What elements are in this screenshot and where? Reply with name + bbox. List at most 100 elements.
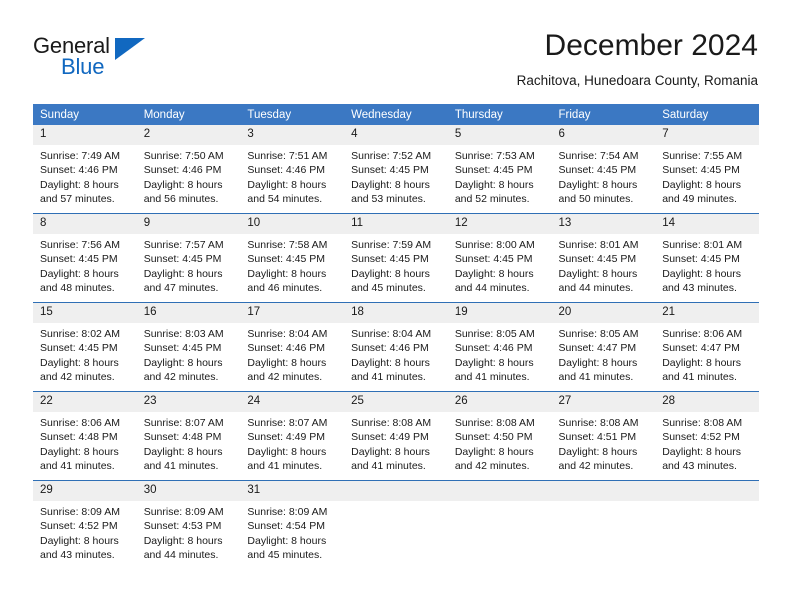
day-number: 28 xyxy=(655,392,759,412)
sunset-time: Sunset: 4:48 PM xyxy=(143,431,222,444)
calendar-day-cell[interactable]: 23 Sunrise: 8:07 AM Sunset: 4:48 PM Dayligh… xyxy=(136,391,241,481)
calendar-empty-cell xyxy=(551,480,656,569)
day-details: Sunrise: 8:04 AM Sunset: 4:46 PM Daylight:… xyxy=(344,323,448,385)
calendar-day-cell[interactable]: 13 Sunrise: 8:01 AM Sunset: 4:45 PM Dayligh… xyxy=(551,213,656,303)
day-number: 18 xyxy=(344,303,448,323)
daylight-duration-line2: and 56 minutes. xyxy=(143,193,219,206)
weekday-header-monday: Monday xyxy=(136,104,241,125)
day-number: 29 xyxy=(33,481,137,501)
calendar-day-cell[interactable]: 29 Sunrise: 8:09 AM Sunset: 4:52 PM Dayligh… xyxy=(33,480,137,569)
sunrise-time: Sunrise: 8:08 AM xyxy=(662,417,743,429)
daylight-duration-line1: Daylight: 8 hours xyxy=(558,267,638,280)
day-details: Sunrise: 7:49 AM Sunset: 4:46 PM Daylight:… xyxy=(33,145,137,207)
calendar-day-cell[interactable]: 2 Sunrise: 7:50 AM Sunset: 4:46 PM Daylight… xyxy=(136,125,241,214)
calendar-day-cell[interactable]: 9 Sunrise: 7:57 AM Sunset: 4:45 PM Daylight… xyxy=(136,213,241,303)
sunrise-time: Sunrise: 8:08 AM xyxy=(351,417,432,429)
daylight-duration-line1: Daylight: 8 hours xyxy=(558,445,638,458)
daylight-duration-line2: and 41 minutes. xyxy=(558,371,634,384)
calendar-day-cell[interactable]: 12 Sunrise: 8:00 AM Sunset: 4:45 PM Dayligh… xyxy=(447,213,552,303)
daylight-duration-line1: Daylight: 8 hours xyxy=(143,178,223,191)
day-number: 5 xyxy=(447,125,552,145)
sunset-time: Sunset: 4:47 PM xyxy=(558,342,637,355)
calendar-day-cell[interactable]: 26 Sunrise: 8:08 AM Sunset: 4:50 PM Dayligh… xyxy=(447,391,552,481)
calendar-day-cell[interactable]: 27 Sunrise: 8:08 AM Sunset: 4:51 PM Dayligh… xyxy=(551,391,656,481)
daylight-duration-line2: and 41 minutes. xyxy=(143,460,219,473)
calendar-day-cell[interactable]: 21 Sunrise: 8:06 AM Sunset: 4:47 PM Dayligh… xyxy=(655,302,759,392)
day-details: Sunrise: 7:59 AM Sunset: 4:45 PM Daylight:… xyxy=(344,234,448,296)
sunset-time: Sunset: 4:53 PM xyxy=(143,520,222,533)
day-number: 26 xyxy=(447,392,552,412)
sunset-time: Sunset: 4:45 PM xyxy=(558,253,637,266)
day-details: Sunrise: 8:02 AM Sunset: 4:45 PM Daylight:… xyxy=(33,323,137,385)
day-number: 17 xyxy=(240,303,345,323)
calendar-day-cell[interactable]: 20 Sunrise: 8:05 AM Sunset: 4:47 PM Dayligh… xyxy=(551,302,656,392)
calendar-week-row: 1 Sunrise: 7:49 AM Sunset: 4:46 PM Daylight… xyxy=(33,125,759,214)
sunrise-time: Sunrise: 8:01 AM xyxy=(558,239,639,251)
brand-triangle-icon xyxy=(115,38,145,60)
daylight-duration-line2: and 57 minutes. xyxy=(40,193,115,206)
day-number: 6 xyxy=(551,125,656,145)
calendar-day-cell[interactable]: 14 Sunrise: 8:01 AM Sunset: 4:45 PM Dayligh… xyxy=(655,213,759,303)
calendar-day-cell[interactable]: 30 Sunrise: 8:09 AM Sunset: 4:53 PM Dayligh… xyxy=(136,480,241,569)
calendar-empty-cell xyxy=(344,480,448,569)
general-blue-logo[interactable]: General Blue xyxy=(33,33,163,79)
day-number xyxy=(655,481,759,501)
sunset-time: Sunset: 4:49 PM xyxy=(247,431,326,444)
daylight-duration-line1: Daylight: 8 hours xyxy=(454,356,534,369)
calendar-day-cell[interactable]: 28 Sunrise: 8:08 AM Sunset: 4:52 PM Dayligh… xyxy=(655,391,759,481)
calendar-day-cell[interactable]: 6 Sunrise: 7:54 AM Sunset: 4:45 PM Daylight… xyxy=(551,125,656,214)
sunset-time: Sunset: 4:45 PM xyxy=(40,342,118,355)
day-number: 8 xyxy=(33,214,137,234)
day-number xyxy=(551,481,656,501)
daylight-duration-line1: Daylight: 8 hours xyxy=(662,178,742,191)
sunset-time: Sunset: 4:45 PM xyxy=(454,164,533,177)
day-details: Sunrise: 8:06 AM Sunset: 4:48 PM Daylight:… xyxy=(33,412,137,474)
calendar-table: Sunday Monday Tuesday Wednesday Thursday… xyxy=(33,104,759,569)
calendar-day-cell[interactable]: 4 Sunrise: 7:52 AM Sunset: 4:45 PM Daylight… xyxy=(344,125,448,214)
day-details: Sunrise: 8:08 AM Sunset: 4:51 PM Daylight:… xyxy=(552,412,656,474)
calendar-day-cell[interactable]: 22 Sunrise: 8:06 AM Sunset: 4:48 PM Dayligh… xyxy=(33,391,137,481)
calendar-day-cell[interactable]: 10 Sunrise: 7:58 AM Sunset: 4:45 PM Dayligh… xyxy=(240,213,345,303)
calendar-day-cell[interactable]: 18 Sunrise: 8:04 AM Sunset: 4:46 PM Dayligh… xyxy=(344,302,448,392)
calendar-day-cell[interactable]: 11 Sunrise: 7:59 AM Sunset: 4:45 PM Dayligh… xyxy=(344,213,448,303)
sunset-time: Sunset: 4:47 PM xyxy=(662,342,740,355)
daylight-duration-line1: Daylight: 8 hours xyxy=(247,534,327,547)
sunset-time: Sunset: 4:46 PM xyxy=(143,164,222,177)
sunrise-time: Sunrise: 8:06 AM xyxy=(40,417,120,429)
calendar-empty-cell xyxy=(655,480,759,569)
calendar-day-cell[interactable]: 17 Sunrise: 8:04 AM Sunset: 4:46 PM Dayligh… xyxy=(240,302,345,392)
sunrise-time: Sunrise: 8:09 AM xyxy=(247,506,328,518)
calendar-day-cell[interactable]: 8 Sunrise: 7:56 AM Sunset: 4:45 PM Daylight… xyxy=(33,213,137,303)
calendar-day-cell[interactable]: 16 Sunrise: 8:03 AM Sunset: 4:45 PM Dayligh… xyxy=(136,302,241,392)
day-details: Sunrise: 8:07 AM Sunset: 4:48 PM Daylight:… xyxy=(137,412,241,474)
sunrise-time: Sunrise: 7:53 AM xyxy=(454,150,535,162)
day-details: Sunrise: 8:01 AM Sunset: 4:45 PM Daylight:… xyxy=(655,234,759,296)
daylight-duration-line2: and 42 minutes. xyxy=(558,460,634,473)
weekday-header-wednesday: Wednesday xyxy=(344,104,448,125)
location-subtitle: Rachitova, Hunedoara County, Romania xyxy=(516,73,758,88)
daylight-duration-line1: Daylight: 8 hours xyxy=(143,356,223,369)
daylight-duration-line2: and 41 minutes. xyxy=(351,371,426,384)
calendar-day-cell[interactable]: 19 Sunrise: 8:05 AM Sunset: 4:46 PM Dayligh… xyxy=(447,302,552,392)
calendar-day-cell[interactable]: 15 Sunrise: 8:02 AM Sunset: 4:45 PM Dayligh… xyxy=(33,302,137,392)
weekday-header-sunday: Sunday xyxy=(33,104,137,125)
calendar-day-cell[interactable]: 7 Sunrise: 7:55 AM Sunset: 4:45 PM Daylight… xyxy=(655,125,759,214)
daylight-duration-line2: and 44 minutes. xyxy=(558,282,634,295)
day-details: Sunrise: 8:00 AM Sunset: 4:45 PM Daylight:… xyxy=(448,234,552,296)
calendar-day-cell[interactable]: 1 Sunrise: 7:49 AM Sunset: 4:46 PM Daylight… xyxy=(33,125,137,214)
sunrise-time: Sunrise: 8:05 AM xyxy=(454,328,535,340)
day-details: Sunrise: 7:54 AM Sunset: 4:45 PM Daylight:… xyxy=(552,145,656,207)
calendar-day-cell[interactable]: 24 Sunrise: 8:07 AM Sunset: 4:49 PM Dayligh… xyxy=(240,391,345,481)
calendar-day-cell[interactable]: 3 Sunrise: 7:51 AM Sunset: 4:46 PM Daylight… xyxy=(240,125,345,214)
daylight-duration-line2: and 41 minutes. xyxy=(40,460,115,473)
weekday-header-saturday: Saturday xyxy=(655,104,759,125)
day-number: 12 xyxy=(447,214,552,234)
daylight-duration-line1: Daylight: 8 hours xyxy=(351,178,430,191)
calendar-day-cell[interactable]: 31 Sunrise: 8:09 AM Sunset: 4:54 PM Dayligh… xyxy=(240,480,345,569)
sunset-time: Sunset: 4:45 PM xyxy=(662,164,740,177)
calendar-day-cell[interactable]: 5 Sunrise: 7:53 AM Sunset: 4:45 PM Daylight… xyxy=(447,125,552,214)
day-number: 24 xyxy=(240,392,345,412)
calendar-day-cell[interactable]: 25 Sunrise: 8:08 AM Sunset: 4:49 PM Dayligh… xyxy=(344,391,448,481)
daylight-duration-line1: Daylight: 8 hours xyxy=(143,267,223,280)
day-details: Sunrise: 8:08 AM Sunset: 4:49 PM Daylight:… xyxy=(344,412,448,474)
